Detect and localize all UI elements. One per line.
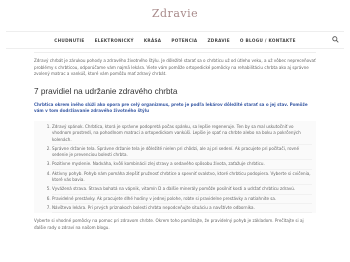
main-nav: CHUDNUTIE ELEKTRONICKÝ KRÁSA POTENCIA ZD… bbox=[6, 31, 344, 49]
article: Zdravý chrbát je zárukou pohody a zdravé… bbox=[34, 52, 316, 237]
list-item: Zdravý spánok. Chrbtica, ktorá je správn… bbox=[52, 123, 312, 145]
lead-paragraph: Chrbtica okrem iného slúži ako opora pre… bbox=[34, 101, 308, 114]
nav-item-zdravie[interactable]: ZDRAVIE bbox=[207, 38, 229, 43]
rules-list-wrapper: Zdravý spánok. Chrbtica, ktorá je správn… bbox=[34, 120, 316, 214]
intro-paragraph: Zdravý chrbát je zárukou pohody a zdravé… bbox=[34, 58, 316, 77]
list-item: Správne držanie tela. Správne držanie te… bbox=[52, 145, 312, 161]
list-item: Aktívny pohyb. Pohyb nám pomáha zlepšiť … bbox=[52, 170, 312, 186]
list-item: Pravidelné prestávky. Ak pracujete dlhé … bbox=[52, 195, 312, 204]
list-item: Pozitívne myslenie. Nadváha, kvôli kombi… bbox=[52, 160, 312, 170]
nav-item-krasa[interactable]: KRÁSA bbox=[144, 38, 161, 43]
nav-item-elektronicky[interactable]: ELEKTRONICKÝ bbox=[95, 38, 134, 43]
list-item: Vyvážená strava. Strava bohatá na vápnik… bbox=[52, 185, 312, 195]
nav-item-potencia[interactable]: POTENCIA bbox=[171, 38, 197, 43]
site-title[interactable]: Zdravie bbox=[0, 7, 350, 20]
nav-item-o-blogu[interactable]: O BLOGU / KONTAKTE bbox=[240, 38, 296, 43]
divider bbox=[34, 52, 316, 53]
list-item: Návšteva lekára. Pri prvých príznakoch b… bbox=[52, 204, 312, 214]
rules-list: Zdravý spánok. Chrbtica, ktorá je správn… bbox=[38, 123, 312, 214]
nav-item-chudnutie[interactable]: CHUDNUTIE bbox=[54, 38, 84, 43]
search-icon[interactable] bbox=[332, 36, 339, 43]
outro-paragraph: Vyberte si vhodné pomôcky na pomoc pri z… bbox=[34, 218, 304, 230]
article-heading: 7 pravidiel na udržanie zdravého chrbta bbox=[34, 86, 178, 96]
